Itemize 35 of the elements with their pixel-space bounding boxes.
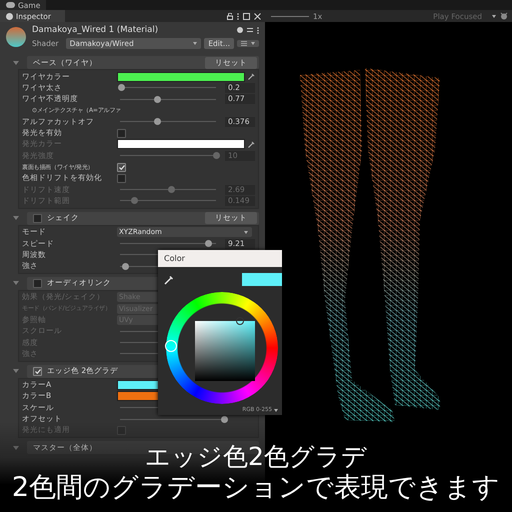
- checkbox[interactable]: [117, 162, 126, 172]
- saturation-value-square[interactable]: [195, 321, 255, 381]
- picker-title: Color: [158, 250, 282, 267]
- lock-icon[interactable]: [227, 12, 233, 20]
- foldout-arrow-icon[interactable]: [13, 369, 19, 374]
- maximize-icon[interactable]: [243, 12, 250, 20]
- checkbox[interactable]: [117, 128, 126, 138]
- checkmark-icon: [34, 368, 40, 374]
- close-icon[interactable]: [254, 12, 261, 20]
- slider-thumb[interactable]: [118, 84, 126, 92]
- section-checkbox[interactable]: [33, 278, 42, 288]
- list-dropdown[interactable]: [237, 40, 259, 47]
- section-checkbox[interactable]: [33, 366, 42, 376]
- slider-thumb[interactable]: [154, 118, 161, 126]
- slider-thumb[interactable]: [122, 262, 129, 270]
- slider-thumb[interactable]: [220, 416, 228, 423]
- eyedropper-icon[interactable]: [248, 140, 255, 148]
- eyedropper-icon[interactable]: [248, 73, 255, 80]
- bug-icon[interactable]: [500, 12, 508, 20]
- section-checkbox[interactable]: [33, 214, 42, 223]
- checkbox[interactable]: [117, 174, 126, 183]
- color-handle[interactable]: [236, 317, 244, 325]
- material-sphere-icon: [6, 27, 26, 47]
- settings-sliders-icon[interactable]: [247, 27, 253, 33]
- checkmark-icon: [118, 164, 124, 170]
- hue-handle[interactable]: [165, 340, 177, 352]
- slider-thumb[interactable]: [154, 96, 161, 103]
- material-name: Damakoya_Wired 1 (Material): [32, 25, 160, 35]
- list-icon: [241, 41, 247, 46]
- color-field[interactable]: [117, 72, 245, 82]
- foldout-arrow-icon[interactable]: [13, 60, 19, 64]
- caption-text: 2色間のグラデーションで表現できます: [12, 472, 500, 504]
- foldout-arrow-icon[interactable]: [13, 281, 19, 286]
- slider-thumb[interactable]: [204, 240, 212, 247]
- foldout-arrow-icon[interactable]: [13, 216, 19, 220]
